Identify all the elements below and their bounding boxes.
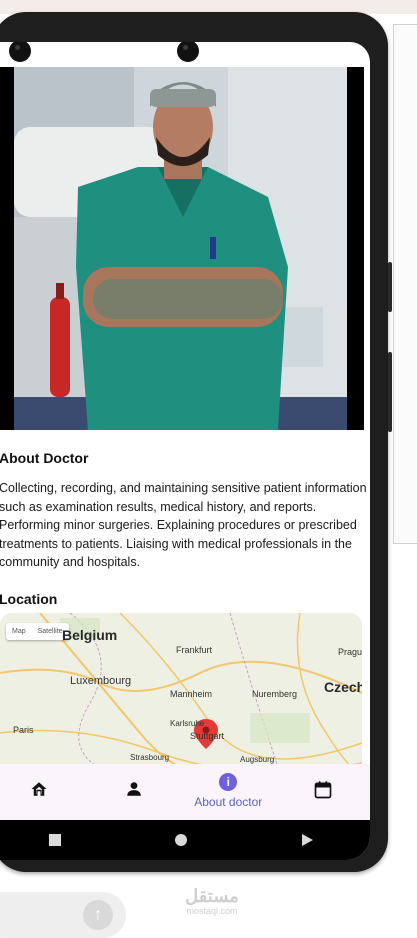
nav-about-doctor[interactable]: i About doctor xyxy=(181,764,276,820)
map-label: Karlsruhe xyxy=(170,719,205,728)
bottom-navigation: i About doctor xyxy=(0,764,370,820)
arrow-up-icon: ↑ xyxy=(93,904,103,924)
map-label: Czech xyxy=(324,679,362,695)
map-label: Strasbourg xyxy=(130,753,170,762)
map-label: Luxembourg xyxy=(70,675,132,687)
about-description: Collecting, recording, and maintaining s… xyxy=(0,481,367,569)
map-label: Stuttgart xyxy=(190,731,225,741)
watermark: مستقل mostaql.com xyxy=(182,886,242,916)
app-screen: About Doctor Collecting, recording, and … xyxy=(0,42,370,860)
nav-calendar[interactable] xyxy=(276,764,371,820)
map-label: Mannheim xyxy=(170,689,213,699)
map-label: Prague xyxy=(338,647,362,657)
system-navigation-bar xyxy=(0,820,370,860)
home-circle-icon[interactable] xyxy=(174,833,188,847)
location-map[interactable]: Map Satellite Belgium Frankfurt Prague L… xyxy=(0,613,362,773)
calendar-icon xyxy=(314,781,332,799)
watermark-logo: مستقل xyxy=(185,886,239,906)
location-title: Location xyxy=(0,591,58,607)
volume-button xyxy=(388,262,392,312)
nav-home[interactable] xyxy=(0,764,87,820)
map-toggle-map[interactable]: Map xyxy=(6,623,32,640)
about-title: About Doctor xyxy=(0,450,89,466)
watermark-url: mostaql.com xyxy=(186,906,238,916)
recent-apps-icon[interactable] xyxy=(48,833,62,847)
back-triangle-icon[interactable] xyxy=(300,833,314,847)
map-type-toggle[interactable]: Map Satellite xyxy=(6,623,69,640)
map-label: Paris xyxy=(13,725,34,735)
doctor-photo xyxy=(0,67,364,430)
person-icon xyxy=(127,782,141,796)
camera-icon xyxy=(9,42,31,62)
phone-frame: About Doctor Collecting, recording, and … xyxy=(0,12,392,872)
map-label: Belgium xyxy=(62,627,118,643)
background-panel xyxy=(393,24,417,544)
nav-about-doctor-label: About doctor xyxy=(194,795,263,809)
power-button xyxy=(388,352,392,432)
info-icon: i xyxy=(219,773,238,791)
home-icon xyxy=(31,782,47,796)
map-label: Frankfurt xyxy=(176,645,213,655)
camera-icon xyxy=(177,42,199,62)
nav-profile[interactable] xyxy=(87,764,182,820)
map-label: Nuremberg xyxy=(252,689,298,699)
scroll-up-button[interactable]: ↑ xyxy=(83,900,113,930)
map-label: Augsburg xyxy=(240,755,275,764)
